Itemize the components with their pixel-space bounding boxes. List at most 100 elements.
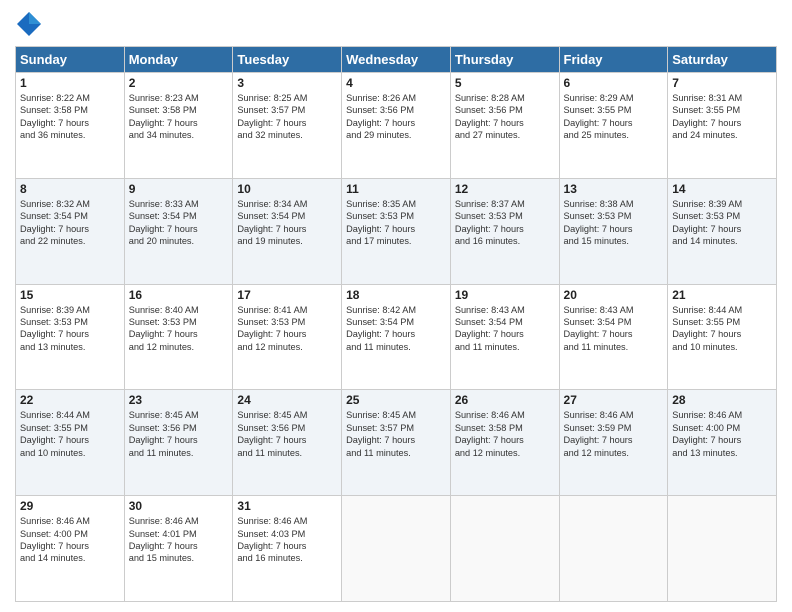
cell-info: Sunrise: 8:46 AM Sunset: 3:59 PM Dayligh…: [564, 409, 664, 459]
calendar-cell: 25Sunrise: 8:45 AM Sunset: 3:57 PM Dayli…: [342, 390, 451, 496]
cell-info: Sunrise: 8:29 AM Sunset: 3:55 PM Dayligh…: [564, 92, 664, 142]
day-number: 8: [20, 182, 120, 196]
calendar-cell: 5 Sunrise: 8:28 AM Sunset: 3:56 PM Daylig…: [450, 73, 559, 179]
day-number: 4: [346, 76, 446, 90]
cell-info: Sunrise: 8:42 AM Sunset: 3:54 PM Dayligh…: [346, 304, 446, 354]
day-number: 2: [129, 76, 229, 90]
day-number: 16: [129, 288, 229, 302]
calendar-cell: 30 Sunrise: 8:46 AM Sunset: 4:01 PM Dayli…: [124, 496, 233, 602]
day-number: 14: [672, 182, 772, 196]
day-number: 27: [564, 393, 664, 407]
day-number: 19: [455, 288, 555, 302]
week-row-2: 15Sunrise: 8:39 AM Sunset: 3:53 PM Dayli…: [16, 284, 777, 390]
cell-info: Sunrise: 8:44 AM Sunset: 3:55 PM Dayligh…: [20, 409, 120, 459]
cell-info: Sunrise: 8:45 AM Sunset: 3:57 PM Dayligh…: [346, 409, 446, 459]
page: SundayMondayTuesdayWednesdayThursdayFrid…: [0, 0, 792, 612]
day-number: 11: [346, 182, 446, 196]
cell-info: Sunrise: 8:41 AM Sunset: 3:53 PM Dayligh…: [237, 304, 337, 354]
calendar-cell: 2Sunrise: 8:23 AM Sunset: 3:58 PM Daylig…: [124, 73, 233, 179]
calendar-cell: 8 Sunrise: 8:32 AM Sunset: 3:54 PM Daylig…: [16, 178, 125, 284]
calendar-cell: 29Sunrise: 8:46 AM Sunset: 4:00 PM Dayli…: [16, 496, 125, 602]
calendar-cell: 27 Sunrise: 8:46 AM Sunset: 3:59 PM Dayli…: [559, 390, 668, 496]
calendar-cell: 9 Sunrise: 8:33 AM Sunset: 3:54 PM Daylig…: [124, 178, 233, 284]
calendar-cell: 11Sunrise: 8:35 AM Sunset: 3:53 PM Dayli…: [342, 178, 451, 284]
cell-info: Sunrise: 8:22 AM Sunset: 3:58 PM Dayligh…: [20, 92, 120, 142]
day-number: 18: [346, 288, 446, 302]
calendar-cell: 17 Sunrise: 8:41 AM Sunset: 3:53 PM Dayli…: [233, 284, 342, 390]
day-number: 9: [129, 182, 229, 196]
calendar-table: SundayMondayTuesdayWednesdayThursdayFrid…: [15, 46, 777, 602]
week-row-4: 29Sunrise: 8:46 AM Sunset: 4:00 PM Dayli…: [16, 496, 777, 602]
cell-info: Sunrise: 8:34 AM Sunset: 3:54 PM Dayligh…: [237, 198, 337, 248]
cell-info: Sunrise: 8:45 AM Sunset: 3:56 PM Dayligh…: [129, 409, 229, 459]
calendar-cell: [559, 496, 668, 602]
calendar-cell: 13 Sunrise: 8:38 AM Sunset: 3:53 PM Dayli…: [559, 178, 668, 284]
day-number: 7: [672, 76, 772, 90]
day-number: 17: [237, 288, 337, 302]
calendar-cell: 6 Sunrise: 8:29 AM Sunset: 3:55 PM Daylig…: [559, 73, 668, 179]
calendar-cell: [342, 496, 451, 602]
weekday-header-sunday: Sunday: [16, 47, 125, 73]
cell-info: Sunrise: 8:39 AM Sunset: 3:53 PM Dayligh…: [20, 304, 120, 354]
calendar-cell: 21 Sunrise: 8:44 AM Sunset: 3:55 PM Dayli…: [668, 284, 777, 390]
cell-info: Sunrise: 8:31 AM Sunset: 3:55 PM Dayligh…: [672, 92, 772, 142]
day-number: 21: [672, 288, 772, 302]
weekday-header-saturday: Saturday: [668, 47, 777, 73]
calendar-cell: 14 Sunrise: 8:39 AM Sunset: 3:53 PM Dayli…: [668, 178, 777, 284]
calendar-cell: 28 Sunrise: 8:46 AM Sunset: 4:00 PM Dayli…: [668, 390, 777, 496]
calendar-cell: 26Sunrise: 8:46 AM Sunset: 3:58 PM Dayli…: [450, 390, 559, 496]
cell-info: Sunrise: 8:38 AM Sunset: 3:53 PM Dayligh…: [564, 198, 664, 248]
weekday-header-thursday: Thursday: [450, 47, 559, 73]
cell-info: Sunrise: 8:28 AM Sunset: 3:56 PM Dayligh…: [455, 92, 555, 142]
calendar-cell: 3Sunrise: 8:25 AM Sunset: 3:57 PM Daylig…: [233, 73, 342, 179]
cell-info: Sunrise: 8:46 AM Sunset: 4:01 PM Dayligh…: [129, 515, 229, 565]
day-number: 20: [564, 288, 664, 302]
logo: [15, 10, 47, 38]
cell-info: Sunrise: 8:43 AM Sunset: 3:54 PM Dayligh…: [564, 304, 664, 354]
cell-info: Sunrise: 8:46 AM Sunset: 4:00 PM Dayligh…: [20, 515, 120, 565]
cell-info: Sunrise: 8:44 AM Sunset: 3:55 PM Dayligh…: [672, 304, 772, 354]
logo-icon: [15, 10, 43, 38]
cell-info: Sunrise: 8:45 AM Sunset: 3:56 PM Dayligh…: [237, 409, 337, 459]
calendar-cell: 23 Sunrise: 8:45 AM Sunset: 3:56 PM Dayli…: [124, 390, 233, 496]
day-number: 6: [564, 76, 664, 90]
calendar-cell: 7 Sunrise: 8:31 AM Sunset: 3:55 PM Daylig…: [668, 73, 777, 179]
day-number: 28: [672, 393, 772, 407]
calendar-cell: 31Sunrise: 8:46 AM Sunset: 4:03 PM Dayli…: [233, 496, 342, 602]
day-number: 30: [129, 499, 229, 513]
cell-info: Sunrise: 8:46 AM Sunset: 4:00 PM Dayligh…: [672, 409, 772, 459]
calendar-cell: 1 Sunrise: 8:22 AM Sunset: 3:58 PM Daylig…: [16, 73, 125, 179]
cell-info: Sunrise: 8:33 AM Sunset: 3:54 PM Dayligh…: [129, 198, 229, 248]
week-row-0: 1 Sunrise: 8:22 AM Sunset: 3:58 PM Daylig…: [16, 73, 777, 179]
weekday-header-tuesday: Tuesday: [233, 47, 342, 73]
day-number: 3: [237, 76, 337, 90]
calendar-cell: 16Sunrise: 8:40 AM Sunset: 3:53 PM Dayli…: [124, 284, 233, 390]
day-number: 5: [455, 76, 555, 90]
day-number: 1: [20, 76, 120, 90]
calendar-cell: 10 Sunrise: 8:34 AM Sunset: 3:54 PM Dayli…: [233, 178, 342, 284]
cell-info: Sunrise: 8:46 AM Sunset: 3:58 PM Dayligh…: [455, 409, 555, 459]
week-row-3: 22 Sunrise: 8:44 AM Sunset: 3:55 PM Dayli…: [16, 390, 777, 496]
cell-info: Sunrise: 8:37 AM Sunset: 3:53 PM Dayligh…: [455, 198, 555, 248]
calendar-cell: 15Sunrise: 8:39 AM Sunset: 3:53 PM Dayli…: [16, 284, 125, 390]
weekday-header-friday: Friday: [559, 47, 668, 73]
calendar-cell: [450, 496, 559, 602]
week-row-1: 8 Sunrise: 8:32 AM Sunset: 3:54 PM Daylig…: [16, 178, 777, 284]
header: [15, 10, 777, 38]
calendar-cell: 18 Sunrise: 8:42 AM Sunset: 3:54 PM Dayli…: [342, 284, 451, 390]
day-number: 13: [564, 182, 664, 196]
calendar-cell: 19 Sunrise: 8:43 AM Sunset: 3:54 PM Dayli…: [450, 284, 559, 390]
calendar-cell: 24Sunrise: 8:45 AM Sunset: 3:56 PM Dayli…: [233, 390, 342, 496]
day-number: 22: [20, 393, 120, 407]
cell-info: Sunrise: 8:26 AM Sunset: 3:56 PM Dayligh…: [346, 92, 446, 142]
cell-info: Sunrise: 8:32 AM Sunset: 3:54 PM Dayligh…: [20, 198, 120, 248]
day-number: 10: [237, 182, 337, 196]
weekday-header-wednesday: Wednesday: [342, 47, 451, 73]
calendar-cell: 12Sunrise: 8:37 AM Sunset: 3:53 PM Dayli…: [450, 178, 559, 284]
cell-info: Sunrise: 8:39 AM Sunset: 3:53 PM Dayligh…: [672, 198, 772, 248]
day-number: 23: [129, 393, 229, 407]
weekday-header-monday: Monday: [124, 47, 233, 73]
cell-info: Sunrise: 8:43 AM Sunset: 3:54 PM Dayligh…: [455, 304, 555, 354]
day-number: 31: [237, 499, 337, 513]
calendar-cell: [668, 496, 777, 602]
